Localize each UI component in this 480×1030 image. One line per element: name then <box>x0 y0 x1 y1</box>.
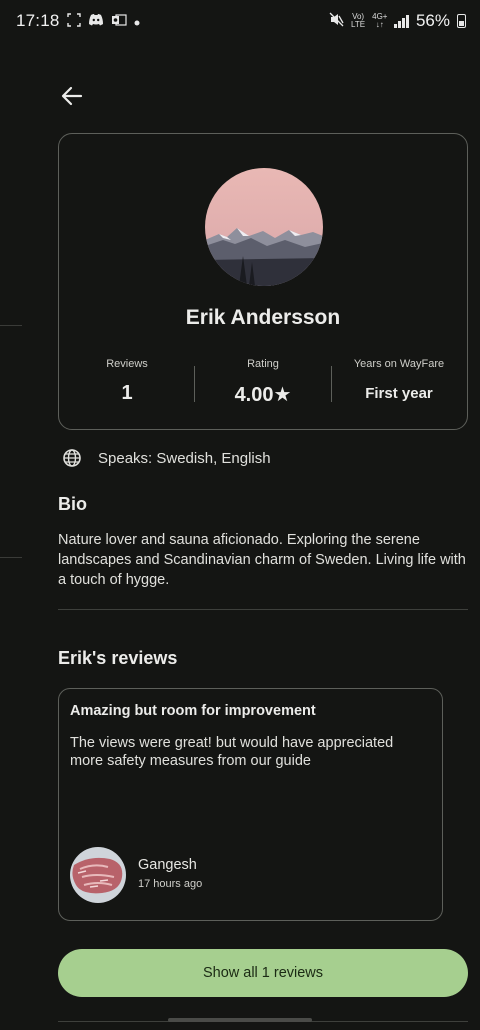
review-body: The views were great! but would have app… <box>70 735 394 769</box>
background-edge-line <box>0 557 22 558</box>
bio-heading: Bio <box>58 494 87 514</box>
stat-reviews: Reviews 1 <box>59 356 195 406</box>
mute-icon <box>329 12 344 30</box>
bio-text: Nature lover and sauna aficionado. Explo… <box>58 532 466 588</box>
stat-rating: Rating 4.00★ <box>195 356 331 406</box>
status-time: 17:18 <box>16 11 60 30</box>
network2-bottom-label: ↓↑ <box>375 20 384 29</box>
arrow-left-icon <box>61 86 83 106</box>
languages-row: Speaks: Swedish, English <box>62 448 271 468</box>
stat-label: Reviews <box>106 358 148 370</box>
status-left: 17:18 <box>16 11 140 31</box>
outlook-icon <box>111 13 127 30</box>
stat-divider <box>331 366 332 402</box>
review-timestamp: 17 hours ago <box>138 878 203 890</box>
back-button[interactable] <box>56 80 88 112</box>
reviewer-avatar <box>70 847 126 903</box>
home-indicator[interactable] <box>168 1018 312 1022</box>
review-title: Amazing but room for improvement <box>70 703 316 719</box>
screenshot-icon <box>66 12 81 30</box>
stat-divider <box>194 366 195 402</box>
stat-label: Years on WayFare <box>353 358 445 370</box>
reviews-heading: Erik's reviews <box>58 648 178 668</box>
profile-card: Erik Andersson Reviews 1 Rating 4.00★ Ye… <box>58 133 468 430</box>
review-card[interactable]: Amazing but room for improvement The vie… <box>58 688 443 921</box>
status-right: Vo) LTE 4G+ ↓↑ 56% <box>329 11 466 31</box>
background-edge-line <box>0 325 22 326</box>
stat-value: First year <box>365 385 433 402</box>
profile-stats: Reviews 1 Rating 4.00★ Years on WayFare … <box>59 356 467 406</box>
stat-value: 4.00★ <box>234 384 292 406</box>
stat-label: Rating <box>247 358 279 370</box>
reviewer-name: Gangesh <box>138 857 197 873</box>
volte-icon: Vo) LTE <box>351 13 365 29</box>
section-divider <box>58 609 468 610</box>
stat-value: 1 <box>121 382 133 404</box>
stat-years: Years on WayFare First year <box>331 356 467 406</box>
profile-name: Erik Andersson <box>185 306 341 329</box>
signal-icon <box>394 14 409 28</box>
battery-percent: 56% <box>415 11 450 30</box>
languages-text: Speaks: Swedish, English <box>98 449 271 467</box>
discord-icon <box>88 13 104 29</box>
network-type-icon: 4G+ ↓↑ <box>372 13 387 29</box>
battery-icon <box>457 14 466 28</box>
dot-icon <box>134 14 140 29</box>
show-all-reviews-button[interactable]: Show all 1 reviews <box>58 949 468 997</box>
globe-icon <box>63 449 81 467</box>
network-bottom-label: LTE <box>351 20 366 29</box>
status-bar: 17:18 Vo) LTE 4G+ ↓↑ 56% <box>0 0 480 42</box>
profile-avatar <box>205 168 323 286</box>
